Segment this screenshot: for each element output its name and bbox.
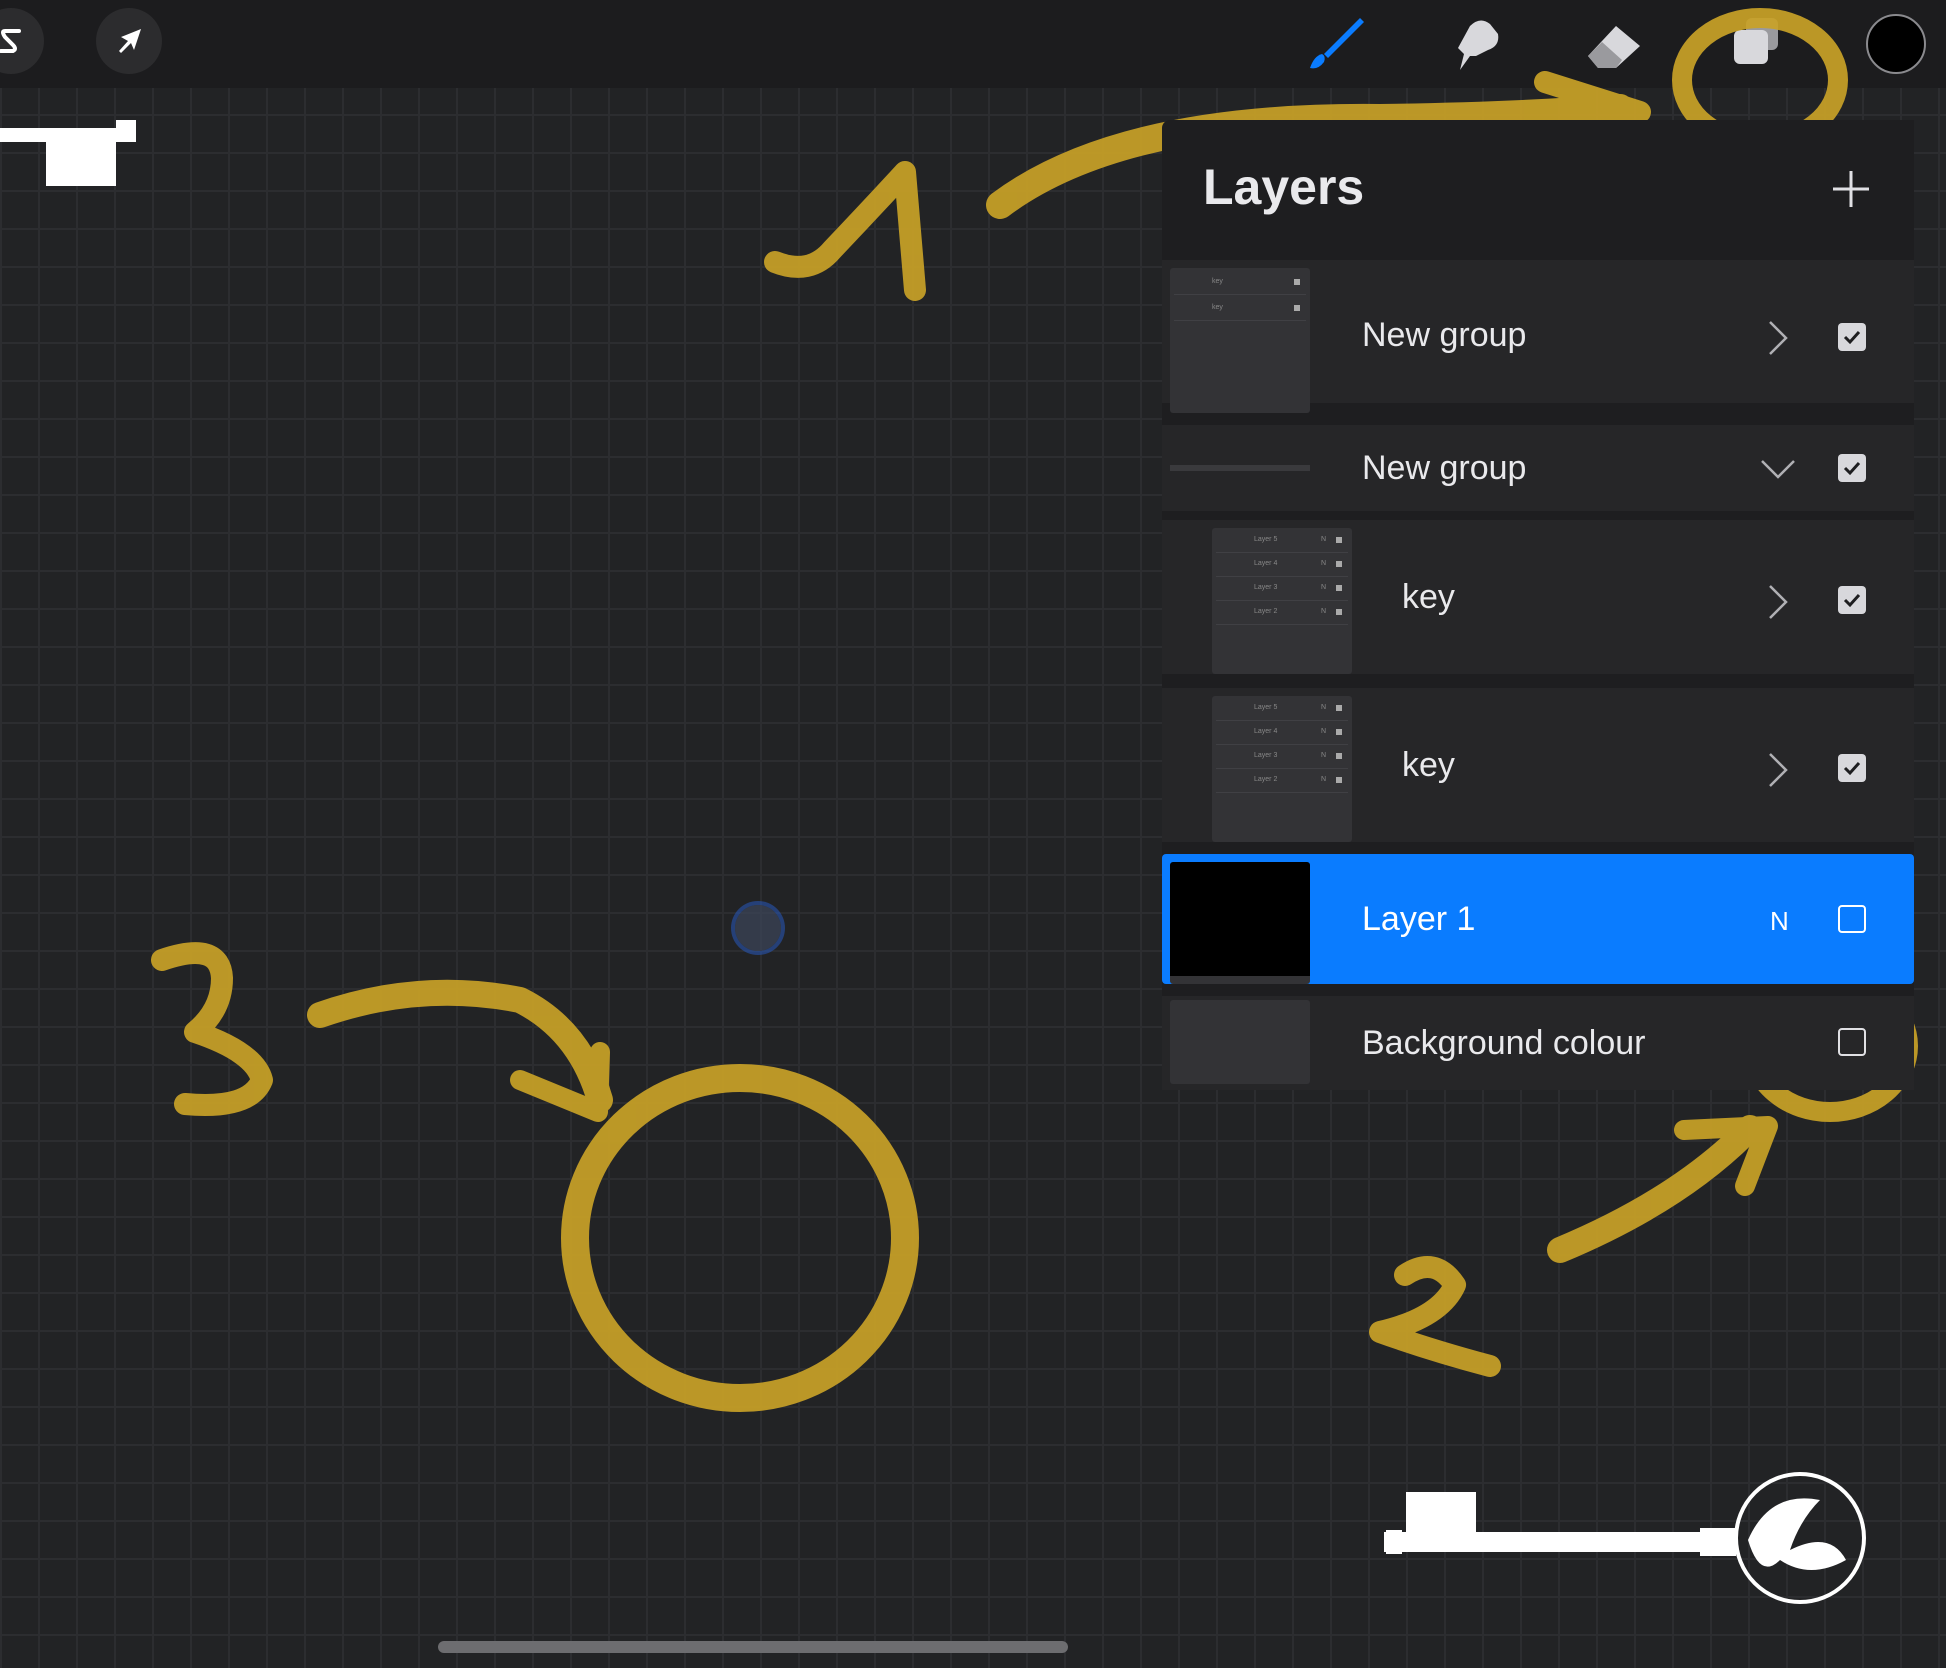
layer-visibility-checkbox[interactable] [1838, 905, 1866, 933]
layer-thumbnail: Layer 5N Layer 4N Layer 3N Layer 2N [1212, 696, 1352, 842]
brush-icon[interactable] [1300, 12, 1372, 76]
chevron-right-icon[interactable] [1760, 752, 1796, 788]
layer-visibility-checkbox[interactable] [1838, 454, 1866, 482]
checkmark-icon [1843, 593, 1861, 608]
layer-visibility-checkbox[interactable] [1838, 586, 1866, 614]
layer-name: New group [1362, 316, 1527, 354]
layer-row-new-group-2[interactable]: New group [1162, 425, 1914, 511]
plus-icon [1833, 171, 1869, 207]
brush-cursor [735, 905, 781, 951]
selection-tool-button[interactable] [0, 8, 44, 74]
smudge-icon[interactable] [1440, 12, 1512, 76]
mini-row: key [1174, 272, 1306, 295]
add-layer-button[interactable] [1827, 165, 1875, 213]
layer-row-key-2[interactable]: Layer 5N Layer 4N Layer 3N Layer 2N key [1162, 688, 1914, 842]
blend-mode-button[interactable]: N [1770, 906, 1789, 937]
selection-icon [0, 29, 21, 53]
color-swatch[interactable] [1866, 14, 1926, 74]
layer-visibility-checkbox[interactable] [1838, 1028, 1866, 1056]
checkmark-icon [1843, 761, 1861, 776]
layer-visibility-checkbox[interactable] [1838, 323, 1866, 351]
layer-thumbnail [1170, 862, 1310, 984]
chevron-right-icon[interactable] [1760, 584, 1796, 620]
home-indicator[interactable] [438, 1641, 1068, 1653]
layer-name: Layer 1 [1362, 900, 1476, 938]
layer-row-background[interactable]: Background colour [1162, 996, 1914, 1090]
arrow-cursor-icon [119, 29, 141, 53]
mini-row: key [1174, 298, 1306, 321]
layers-panel: Layers key key New group New group Layer… [1162, 120, 1914, 1090]
layer-thumbnail: key key [1170, 268, 1310, 413]
layer-name: New group [1362, 449, 1527, 487]
background-color-thumbnail[interactable] [1170, 1000, 1310, 1084]
transform-tool-button[interactable] [96, 8, 162, 74]
layer-row-new-group-1[interactable]: key key New group [1162, 260, 1914, 413]
layer-visibility-checkbox[interactable] [1838, 754, 1866, 782]
layer-row-layer-1[interactable]: Layer 1 N [1162, 854, 1914, 984]
layer-row-key-1[interactable]: Layer 5N Layer 4N Layer 3N Layer 2N key [1162, 520, 1914, 674]
top-toolbar [0, 0, 1946, 88]
layers-panel-title: Layers [1203, 159, 1365, 215]
checkmark-icon [1843, 330, 1861, 345]
layer-name: key [1402, 578, 1455, 616]
group-collapsed-bar [1170, 465, 1310, 471]
chevron-down-icon[interactable] [1760, 451, 1796, 487]
layers-icon[interactable] [1720, 12, 1792, 76]
eraser-icon[interactable] [1580, 12, 1652, 76]
layer-name: Background colour [1362, 1024, 1646, 1062]
key-shape-top-left [0, 120, 136, 186]
chevron-right-icon[interactable] [1760, 320, 1796, 356]
layer-thumbnail: Layer 5N Layer 4N Layer 3N Layer 2N [1212, 528, 1352, 674]
layer-name: key [1402, 746, 1455, 784]
checkmark-icon [1843, 461, 1861, 476]
key-shape-bottom-right [1384, 1472, 1866, 1604]
